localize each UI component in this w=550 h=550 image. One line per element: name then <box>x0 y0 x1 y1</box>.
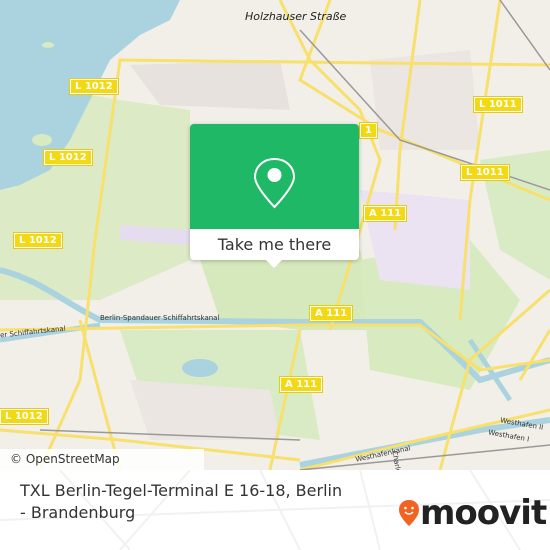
road-shield-a111: A 111 <box>362 205 408 222</box>
road-shield-l1011: L 1011 <box>460 164 510 181</box>
moovit-logo[interactable]: moovit <box>398 493 547 533</box>
map-view[interactable]: Holzhauser Straße Berlin-Spandauer Schif… <box>0 0 550 470</box>
road-shield-l1012: L 1012 <box>69 78 119 95</box>
road-shield-l1011: L 1011 <box>473 96 523 113</box>
road-shield-l1012: L 1012 <box>0 408 49 425</box>
street-label: Holzhauser Straße <box>245 10 347 23</box>
residential-area <box>130 60 290 110</box>
map-attribution[interactable]: © OpenStreetMap contributors <box>0 449 204 470</box>
island <box>42 42 54 48</box>
road-shield-l1011: 1 <box>359 122 378 139</box>
take-me-there-button[interactable]: Take me there <box>190 229 359 260</box>
location-title: TXL Berlin-Tegel-Terminal E 16-18, Berli… <box>20 481 343 522</box>
popup-header <box>190 124 359 229</box>
location-popup[interactable]: Take me there <box>190 124 359 268</box>
park-area <box>200 250 380 330</box>
moovit-pin-icon <box>399 500 419 526</box>
moovit-wordmark: moovit <box>420 493 547 533</box>
footer: TXL Berlin-Tegel-Terminal E 16-18, Berli… <box>0 470 550 550</box>
map-pin-icon <box>253 157 296 209</box>
road-shield-a111: A 111 <box>308 305 354 322</box>
road-shield-l1012: L 1012 <box>13 232 63 249</box>
road-shield-a111: A 111 <box>278 376 324 393</box>
island <box>32 134 52 146</box>
popup-tail <box>266 260 282 268</box>
pond <box>182 359 218 377</box>
road-shield-l1012: L 1012 <box>43 149 93 166</box>
canal-label: Berlin-Spandauer Schiffahrtskanal <box>100 314 220 322</box>
